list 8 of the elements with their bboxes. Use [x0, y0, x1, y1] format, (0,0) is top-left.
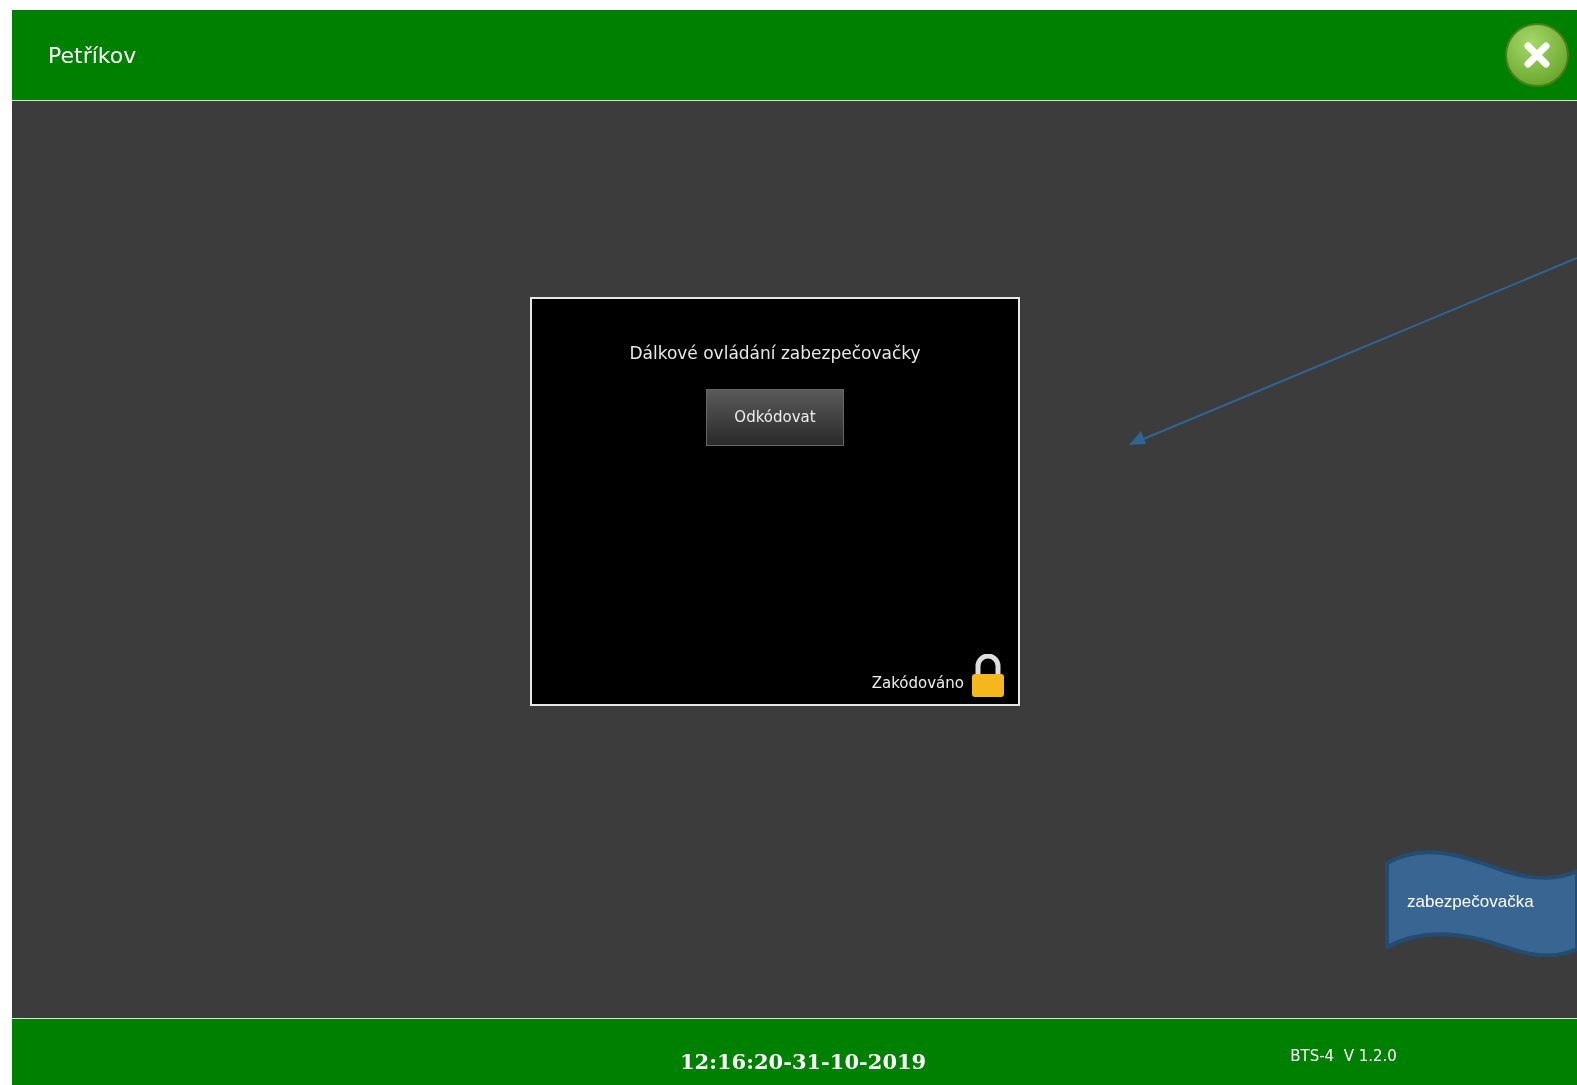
decode-button[interactable]: Odkódovat	[706, 388, 844, 446]
version-text: BTS-4 V 1.2.0	[1290, 1045, 1397, 1067]
banner-label: zabezpečovačka	[1407, 891, 1534, 913]
close-icon	[1522, 40, 1552, 70]
datetime-text: 12:16:20-31-10-2019	[680, 1047, 927, 1076]
window-title: Petříkov	[48, 41, 137, 70]
dialog-title: Dálkové ovládání zabezpečovačky	[629, 342, 921, 365]
status-text: Zakódováno	[871, 672, 964, 694]
